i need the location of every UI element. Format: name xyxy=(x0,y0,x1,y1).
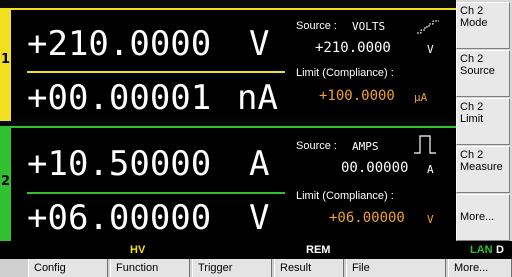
ch1-source-unit: V xyxy=(427,43,434,56)
softkey-label-line2: Limit xyxy=(460,113,484,125)
ch2-limit-label: Limit (Compliance) : xyxy=(296,190,394,202)
ch2-measure-divider xyxy=(27,192,285,194)
ch2-source-value: 00.00000 xyxy=(341,160,409,176)
ch2-limit-unit: V xyxy=(427,213,434,226)
softkey-label-line1: More... xyxy=(460,211,495,223)
ch2-source-label: Source : xyxy=(296,140,337,152)
ch1-number: 1 xyxy=(0,52,11,67)
ch2-limit-value: +06.00000 xyxy=(329,210,405,226)
softkey-label-line2: Mode xyxy=(460,17,488,29)
ch1-limit-label: Limit (Compliance) : xyxy=(296,67,394,79)
softkey-label-line1: Ch 2 xyxy=(460,149,484,161)
remote-indicator: REM xyxy=(306,244,331,256)
softkey-label-line2: Measure xyxy=(460,161,503,173)
menu-result[interactable]: Result xyxy=(274,259,344,277)
pulse-waveform-icon xyxy=(414,135,436,154)
ch1-source-label: Source : xyxy=(296,20,337,32)
menu-function[interactable]: Function xyxy=(110,259,190,277)
ch1-source-mode: VOLTS xyxy=(352,20,386,33)
hv-indicator: HV xyxy=(130,244,146,256)
softkey-label-line2: Source xyxy=(460,65,495,77)
ch2-source-mode: AMPS xyxy=(352,140,379,153)
ramp-waveform-icon xyxy=(417,20,439,34)
ch1-panel[interactable]: +210.0000 V +00.00001 nA Source : VOLTS … xyxy=(11,8,456,121)
softkey-ch2-source[interactable]: Ch 2 Source xyxy=(456,50,510,97)
softkey-panel: Ch 2 Mode Ch 2 Source Ch 2 Limit Ch 2 Me… xyxy=(456,0,512,241)
softkey-more[interactable]: More... xyxy=(456,194,510,241)
ch2-measure-primary-value: +10.50000 xyxy=(27,144,212,184)
ch1-measure-secondary-unit: nA xyxy=(237,78,278,118)
status-bar: HV REM LAN D xyxy=(0,241,512,259)
menu-trigger[interactable]: Trigger xyxy=(192,259,272,277)
ch2-source-unit: A xyxy=(427,163,434,176)
ch1-measure-primary-unit: V xyxy=(249,24,270,64)
menu-config[interactable]: Config xyxy=(28,259,108,277)
ch2-measure-secondary-unit: V xyxy=(249,198,270,238)
ch2-measure-secondary-value: +06.00000 xyxy=(27,198,212,238)
ch1-limit-unit: µA xyxy=(414,91,428,104)
softkey-ch2-mode[interactable]: Ch 2 Mode xyxy=(456,2,510,49)
ch2-measure-primary-unit: A xyxy=(249,144,270,184)
ch1-measure-primary-value: +210.0000 xyxy=(27,24,212,64)
menu-file[interactable]: File xyxy=(346,259,446,277)
softkey-label-line1: Ch 2 xyxy=(460,53,484,65)
ch1-limit-value: +100.0000 xyxy=(319,88,395,104)
ch1-measure-secondary-value: +00.00001 xyxy=(27,78,212,118)
softkey-ch2-limit[interactable]: Ch 2 Limit xyxy=(456,98,510,145)
ch2-number: 2 xyxy=(0,174,11,189)
menu-more[interactable]: More... xyxy=(448,259,512,277)
instrument-screen: 1 +210.0000 V +00.00001 nA Source : VOLT… xyxy=(0,0,512,277)
function-menu-bar: Config Function Trigger Result File More… xyxy=(0,259,512,277)
ch1-measure-divider xyxy=(27,71,285,73)
softkey-label-line1: Ch 2 xyxy=(460,5,484,17)
ch2-panel[interactable]: +10.50000 A +06.00000 V Source : AMPS 00… xyxy=(11,126,456,241)
softkey-label-line1: Ch 2 xyxy=(460,101,484,113)
softkey-ch2-measure[interactable]: Ch 2 Measure xyxy=(456,146,510,193)
ch1-source-value: +210.0000 xyxy=(315,40,391,56)
lan-indicator: LAN xyxy=(470,244,493,256)
d-indicator: D xyxy=(496,244,504,256)
